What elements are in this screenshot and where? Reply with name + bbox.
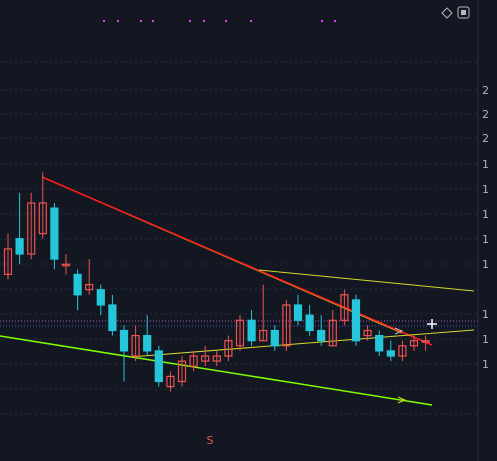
candle-body [386,350,395,357]
candle-body [351,299,361,342]
trend-lines[interactable] [0,176,475,406]
green-support-line[interactable] [0,335,433,406]
y-tick-label: 1 [482,258,489,271]
signal-marker [140,20,142,22]
signal-marker [117,20,119,22]
price-axis: 2 2 2 1 1 1 1 1 1 1 1 [477,0,489,461]
candle-body [293,304,303,321]
y-tick-label: 2 [482,108,489,121]
y-tick-label: 1 [482,233,489,246]
y-tick-label: 1 [482,358,489,371]
chart-area[interactable]: 2 2 2 1 1 1 1 1 1 1 1 S [0,0,497,461]
candle-body [15,238,24,255]
price-chart[interactable]: 2 2 2 1 1 1 1 1 1 1 1 S [0,0,497,461]
signal-marker [225,20,227,22]
y-tick-label: 1 [482,208,489,221]
upper-channel-line[interactable] [258,269,475,292]
bottom-marker-label: S [207,434,214,447]
candle-body [73,273,82,296]
y-tick-label: 1 [482,308,489,321]
y-tick-label: 1 [482,158,489,171]
signal-marker [334,20,336,22]
candle-body [108,304,117,332]
y-tick-label: 1 [482,183,489,196]
signal-marker [103,20,105,22]
signal-marker [203,20,205,22]
candle-body [317,329,326,342]
candle-body [96,289,105,306]
signal-marker [321,20,323,22]
candle-body [50,207,59,260]
signal-marker [152,20,154,22]
y-tick-label: 1 [482,333,489,346]
square-icon[interactable] [457,6,470,19]
horizontal-lines [0,320,478,327]
candle-body [270,329,279,347]
candle-body [154,350,163,383]
candle-body [305,314,314,332]
candle-body [247,319,256,342]
candle-body [143,335,152,352]
y-tick-label: 2 [482,84,489,97]
candle-body [119,329,129,352]
y-tick-label: 2 [482,132,489,145]
candles [3,172,430,392]
signal-marker [189,20,191,22]
candle-body [375,335,384,352]
lower-channel-line[interactable] [129,329,475,358]
signal-marker [250,20,252,22]
grid [0,61,478,415]
diamond-icon[interactable] [440,6,454,20]
